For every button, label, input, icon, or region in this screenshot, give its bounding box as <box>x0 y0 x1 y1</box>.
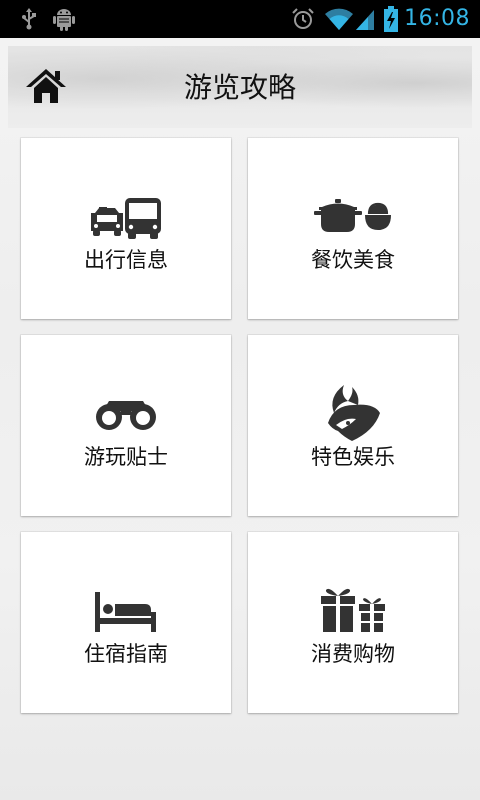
page-title: 游览攻略 <box>183 71 296 104</box>
opera-mask-icon <box>248 381 458 445</box>
alarm-icon <box>288 0 318 38</box>
menu-item-accommodation[interactable]: 住宿指南 <box>21 532 231 713</box>
menu-item-travel-tips[interactable]: 游玩贴士 <box>21 335 231 516</box>
signal-icon <box>354 0 376 38</box>
transport-icon <box>21 190 231 246</box>
menu-item-label: 游玩贴士 <box>84 445 168 469</box>
bed-icon <box>21 584 231 640</box>
menu-item-label: 出行信息 <box>84 248 168 272</box>
menu-item-dining[interactable]: 餐饮美食 <box>248 138 458 319</box>
wifi-icon <box>322 0 356 38</box>
menu-item-label: 特色娱乐 <box>311 445 395 469</box>
menu-item-label: 餐饮美食 <box>311 248 395 272</box>
menu-item-label: 消费购物 <box>311 642 395 666</box>
battery-charging-icon <box>380 0 402 38</box>
usb-icon <box>14 0 44 38</box>
menu-item-label: 住宿指南 <box>84 642 168 666</box>
binoculars-icon <box>21 387 231 443</box>
cookware-icon <box>248 190 458 246</box>
status-clock: 16:08 <box>404 6 470 31</box>
home-icon <box>26 69 66 103</box>
home-button[interactable] <box>24 64 68 108</box>
menu-item-entertainment[interactable]: 特色娱乐 <box>248 335 458 516</box>
android-debug-icon <box>48 0 80 38</box>
gift-icon <box>248 578 458 640</box>
menu-item-transport[interactable]: 出行信息 <box>21 138 231 319</box>
status-bar: 16:08 <box>0 0 480 38</box>
menu-item-shopping[interactable]: 消费购物 <box>248 532 458 713</box>
